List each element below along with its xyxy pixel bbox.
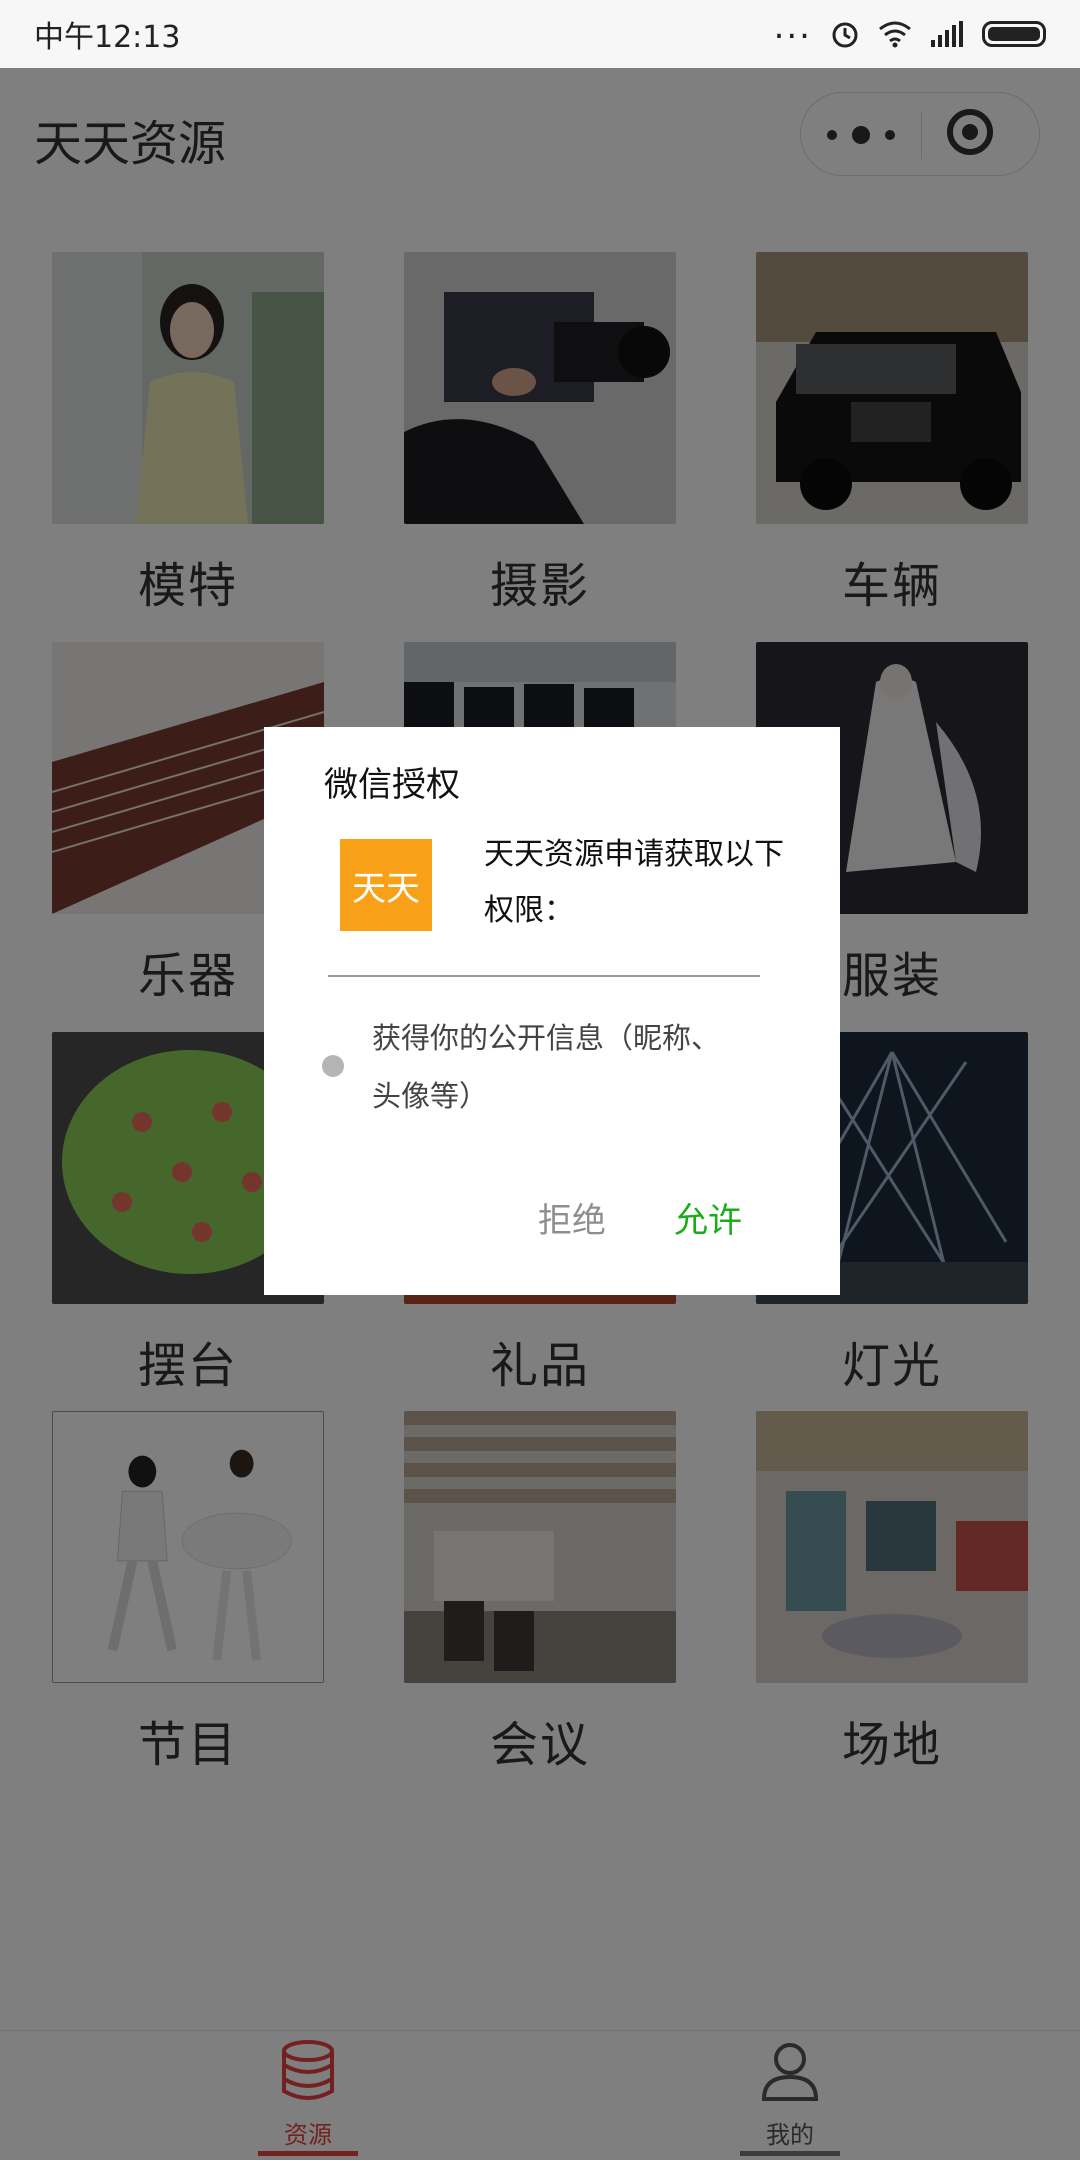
permission-request-text: 天天资源申请获取以下权限： bbox=[484, 837, 784, 928]
scope-radio-icon[interactable] bbox=[322, 1055, 344, 1077]
deny-button[interactable]: 拒绝 bbox=[538, 1193, 606, 1242]
app-logo: 天天 bbox=[340, 839, 432, 931]
scope-description: 获得你的公开信息（昵称、头像等） bbox=[372, 1021, 721, 1113]
dialog-title: 微信授权 bbox=[324, 765, 460, 805]
authorization-dialog: 微信授权 天天 天天资源申请获取以下权限： 获得你的公开信息（昵称、头像等） 拒… bbox=[264, 727, 840, 1295]
dialog-divider bbox=[328, 975, 760, 977]
allow-button[interactable]: 允许 bbox=[674, 1193, 742, 1242]
